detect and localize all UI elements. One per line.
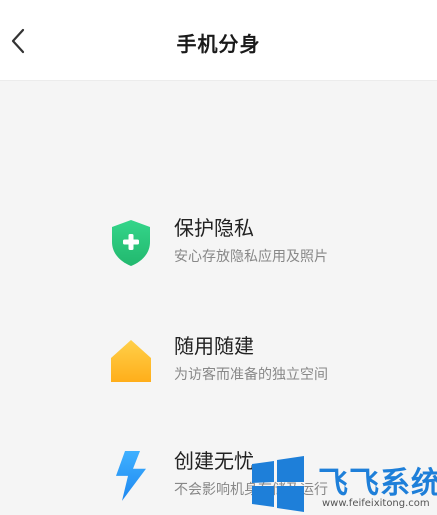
house-icon bbox=[111, 340, 151, 382]
feature-title: 随用随建 bbox=[174, 334, 254, 358]
page-title: 手机分身 bbox=[176, 32, 261, 56]
watermark-text: 飞飞系统 bbox=[318, 466, 437, 501]
feature-protect-privacy: 保护隐私 安心存放隐私应用及照片 bbox=[108, 212, 408, 272]
shield-plus-icon bbox=[112, 220, 150, 266]
watermark-url: www.feifeixitong.com bbox=[322, 498, 430, 509]
lightning-icon bbox=[116, 451, 146, 501]
feature-description: 安心存放隐私应用及照片 bbox=[174, 249, 328, 265]
feature-title: 保护隐私 bbox=[174, 216, 254, 240]
site-watermark: 飞飞系统 www.feifeixitong.com bbox=[238, 454, 437, 515]
windows-logo-icon bbox=[252, 456, 304, 512]
feature-description: 为访客而准备的独立空间 bbox=[174, 367, 328, 383]
feature-use-on-demand: 随用随建 为访客而准备的独立空间 bbox=[108, 330, 408, 390]
top-bar: 手机分身 bbox=[0, 0, 437, 81]
